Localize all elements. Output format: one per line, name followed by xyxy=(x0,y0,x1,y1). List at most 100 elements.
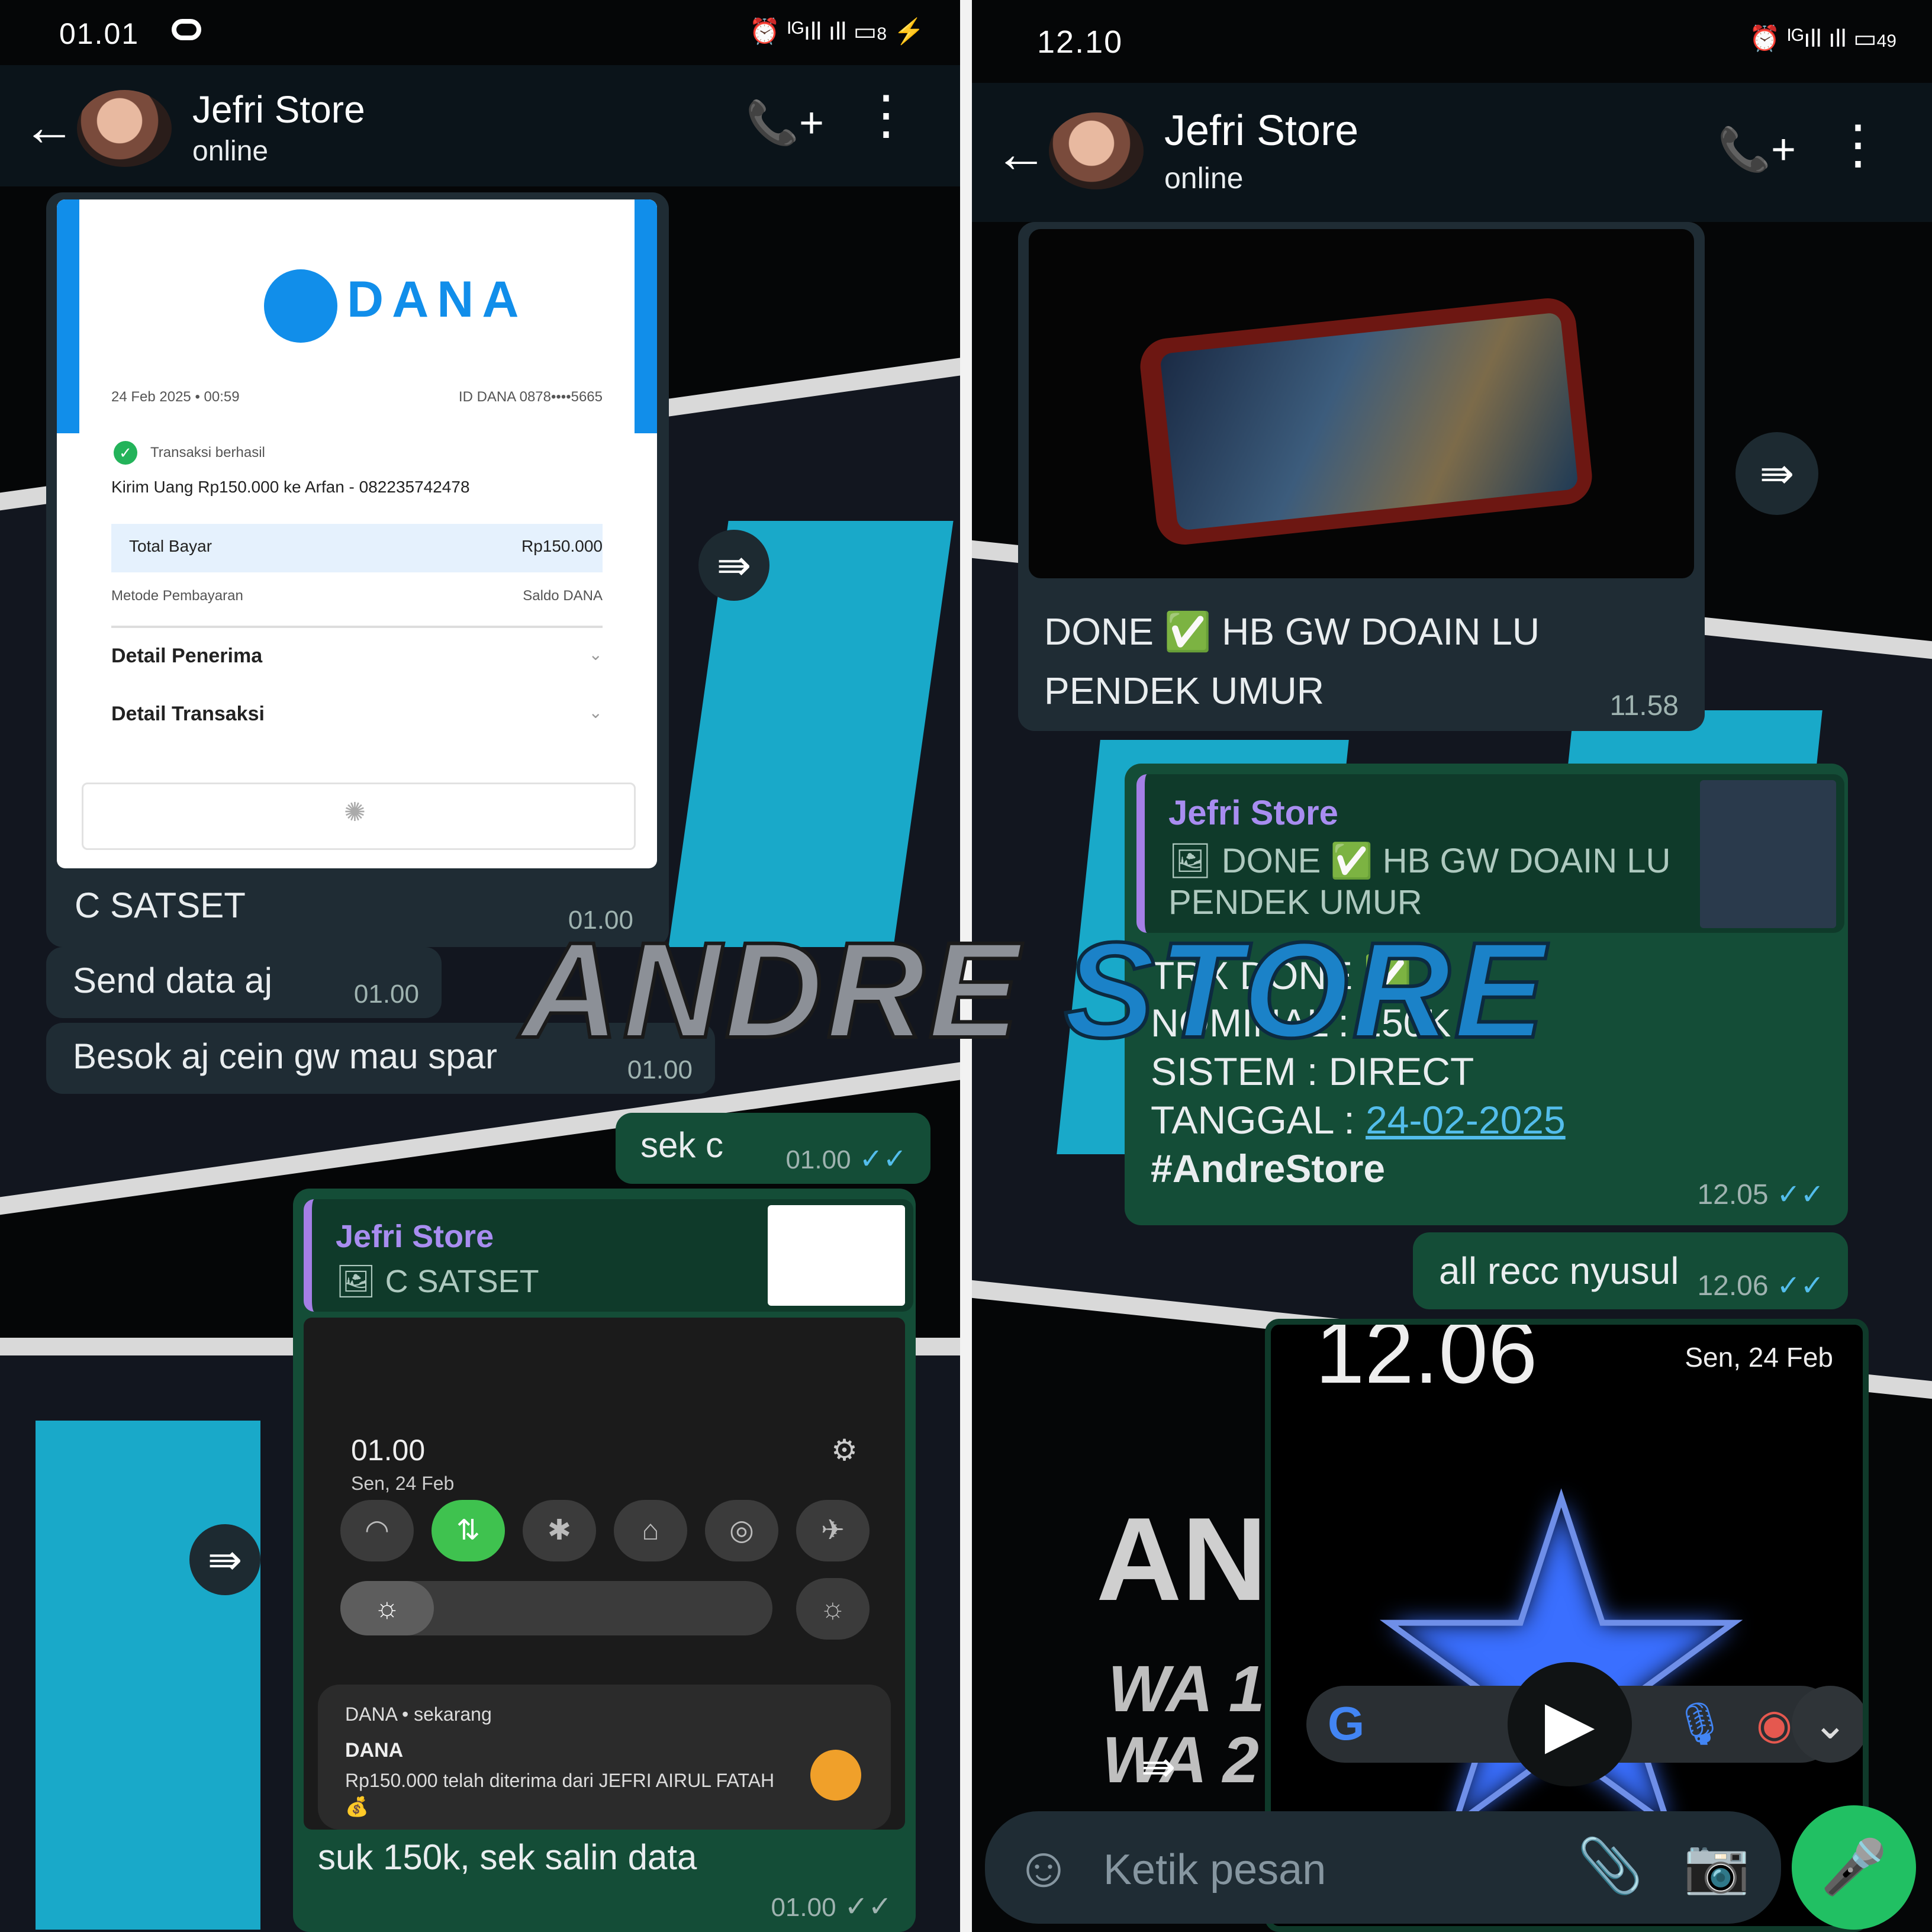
quoted-message[interactable]: Jefri Store 🖼 DONE ✅ HB GW DOAIN LU PEND… xyxy=(1136,774,1844,933)
status-bar: 01.01 ⏰ ᴵᴳıll ıll ▭8 ⚡ xyxy=(0,0,960,65)
trx-date-link[interactable]: 24-02-2025 xyxy=(1366,1098,1566,1142)
game-photo[interactable] xyxy=(1029,229,1694,578)
record-icon xyxy=(172,19,201,40)
photo-caption: DONE ✅ HB GW DOAIN LU xyxy=(1044,610,1540,653)
dana-brand: DANA xyxy=(347,271,527,328)
more-options-icon[interactable]: ⋮ xyxy=(1831,118,1885,172)
chevron-down-icon: ⌄ xyxy=(588,645,603,664)
quoted-message[interactable]: Jefri Store 🖼 C SATSET xyxy=(304,1199,913,1312)
message-text: Send data aj xyxy=(73,961,272,1000)
watermark-part-2: STORE xyxy=(1062,912,1548,1068)
qs-date: Sen, 24 Feb xyxy=(351,1473,455,1494)
total-value: Rp150.000 xyxy=(521,537,603,555)
battery-level: 49 xyxy=(1876,31,1896,51)
contact-name[interactable]: Jefri Store xyxy=(1164,107,1358,155)
quoted-thumbnail xyxy=(768,1205,905,1306)
attachment-icon[interactable]: 📎 xyxy=(1577,1835,1643,1897)
message-bubble: all recc nyusul 12.06 ✓✓ xyxy=(1413,1232,1848,1309)
avatar[interactable] xyxy=(1049,112,1144,189)
method-label: Metode Pembayaran xyxy=(111,588,243,604)
notif-avatar-icon xyxy=(810,1750,861,1801)
forward-icon-2[interactable]: ⇛ xyxy=(1123,1731,1194,1802)
trx-date: TANGGAL : 24-02-2025 xyxy=(1151,1097,1566,1142)
brightness-icon: ☼ xyxy=(340,1581,434,1635)
add-call-icon[interactable]: 📞+ xyxy=(746,98,824,148)
image-icon: 🖼 xyxy=(1168,842,1222,880)
image-message[interactable]: DONE ✅ HB GW DOAIN LU PENDEK UMUR 11.58 xyxy=(1018,222,1705,731)
message-time: 01.00 xyxy=(353,980,419,1009)
message-bubble: Send data aj 01.00 xyxy=(46,947,442,1018)
quoted-text: 🖼 C SATSET xyxy=(336,1261,539,1302)
dana-notification: DANA • sekarang DANA Rp150.000 telah dit… xyxy=(318,1685,891,1830)
message-text: all recc nyusul xyxy=(1439,1250,1679,1292)
message-input-bar[interactable]: ☺ Ketik pesan 📎 📷 xyxy=(985,1811,1781,1924)
back-arrow-icon[interactable]: ← xyxy=(22,101,76,154)
wifi-tile-icon: ◠ xyxy=(340,1500,414,1561)
airplane-tile-icon: ✈ xyxy=(796,1500,870,1561)
trx-date-label: TANGGAL : xyxy=(1151,1098,1366,1142)
message-text: C SATSET xyxy=(75,886,246,925)
play-button[interactable]: ▶ xyxy=(1508,1662,1632,1786)
google-icon[interactable]: G xyxy=(1328,1696,1364,1751)
transaction-detail-label: Detail Transaksi xyxy=(111,703,265,725)
message-meta: 01.00 ✓✓ xyxy=(771,1890,892,1923)
back-arrow-icon[interactable]: ← xyxy=(994,127,1048,181)
qs-time: 01.00 xyxy=(351,1434,426,1467)
video-lock-date: Sen, 24 Feb xyxy=(1685,1342,1833,1373)
avatar[interactable] xyxy=(77,90,172,167)
collapse-icon[interactable]: ⌄ xyxy=(1792,1686,1863,1763)
receipt-description: Kirim Uang Rp150.000 ke Arfan - 08223574… xyxy=(111,478,470,496)
receipt-dana-id: ID DANA 0878••••5665 xyxy=(458,389,603,405)
notif-title: DANA xyxy=(345,1739,404,1762)
notif-app: DANA • sekarang xyxy=(345,1704,492,1725)
forward-icon[interactable]: ⇛ xyxy=(1735,432,1818,515)
quick-settings-image[interactable]: 01.00 Sen, 24 Feb ⚙ ◠ ⇅ ✱ ⌂ ◎ ✈ ☼ ☼ DANA… xyxy=(304,1318,905,1830)
data-tile-icon: ⇅ xyxy=(432,1500,505,1561)
message-time: 01.00 xyxy=(771,1893,836,1922)
contact-name[interactable]: Jefri Store xyxy=(192,88,365,131)
message-meta: 12.05 ✓✓ xyxy=(1697,1178,1824,1211)
flashlight-tile-icon: ⌂ xyxy=(614,1500,687,1561)
image-message[interactable]: DANA 24 Feb 2025 • 00:59 ID DANA 0878•••… xyxy=(46,192,669,947)
lens-icon[interactable]: ◉ xyxy=(1756,1700,1792,1749)
watermark-part-1: ANDRE xyxy=(519,912,1064,1068)
dana-receipt-image[interactable]: DANA 24 Feb 2025 • 00:59 ID DANA 0878•••… xyxy=(57,199,657,868)
quoted-text-value: C SATSET xyxy=(385,1264,539,1299)
status-bar: 12.10 ⏰ ᴵᴳıll ıll ▭49 xyxy=(972,0,1932,83)
reply-image-message[interactable]: Jefri Store 🖼 C SATSET 01.00 Sen, 24 Feb… xyxy=(293,1189,916,1932)
total-label: Total Bayar xyxy=(129,537,212,555)
quoted-sender: Jefri Store xyxy=(1168,794,1338,832)
message-input[interactable]: Ketik pesan xyxy=(1103,1846,1326,1894)
message-text: suk 150k, sek salin data xyxy=(318,1837,697,1877)
message-time: 12.06 xyxy=(1697,1270,1769,1302)
loading-spinner-icon: ✺ xyxy=(344,798,366,827)
message-bubble: sek c 01.00 ✓✓ xyxy=(616,1113,930,1184)
quoted-sender: Jefri Store xyxy=(336,1219,494,1254)
delivered-ticks-icon: ✓✓ xyxy=(844,1891,892,1923)
receipt-date: 24 Feb 2025 • 00:59 xyxy=(111,389,240,405)
receipt-divider xyxy=(111,626,603,628)
read-ticks-icon: ✓✓ xyxy=(1776,1179,1824,1210)
battery-level: 8 xyxy=(877,24,887,44)
wallpaper-letter-3 xyxy=(36,1669,260,1930)
contact-status: online xyxy=(192,136,269,167)
sticker-emoji-icon[interactable]: ☺ xyxy=(1015,1835,1073,1900)
dana-logo-icon xyxy=(264,269,337,343)
forward-icon-2[interactable]: ⇛ xyxy=(189,1524,260,1595)
status-time: 12.10 xyxy=(1037,24,1123,60)
message-time: 01.00 xyxy=(785,1145,851,1174)
forward-icon[interactable]: ⇛ xyxy=(698,530,769,601)
hotspot-tile-icon: ◎ xyxy=(705,1500,778,1561)
photo-caption-2: PENDEK UMUR xyxy=(1044,669,1324,712)
notif-body: Rp150.000 telah diterima dari JEFRI AIRU… xyxy=(345,1770,775,1817)
more-options-icon[interactable]: ⋮ xyxy=(859,89,913,142)
image-icon: 🖼 xyxy=(336,1264,385,1299)
receipt-status: Transaksi berhasil xyxy=(150,445,265,461)
success-check-icon: ✓ xyxy=(114,441,137,465)
microphone-button[interactable]: 🎤 xyxy=(1792,1805,1916,1930)
voice-search-icon[interactable]: 🎙 xyxy=(1673,1700,1726,1749)
add-call-icon[interactable]: 📞+ xyxy=(1718,124,1796,175)
chevron-down-icon-2: ⌄ xyxy=(588,703,603,722)
recipient-detail-label: Detail Penerima xyxy=(111,645,263,667)
camera-icon[interactable]: 📷 xyxy=(1683,1835,1750,1897)
